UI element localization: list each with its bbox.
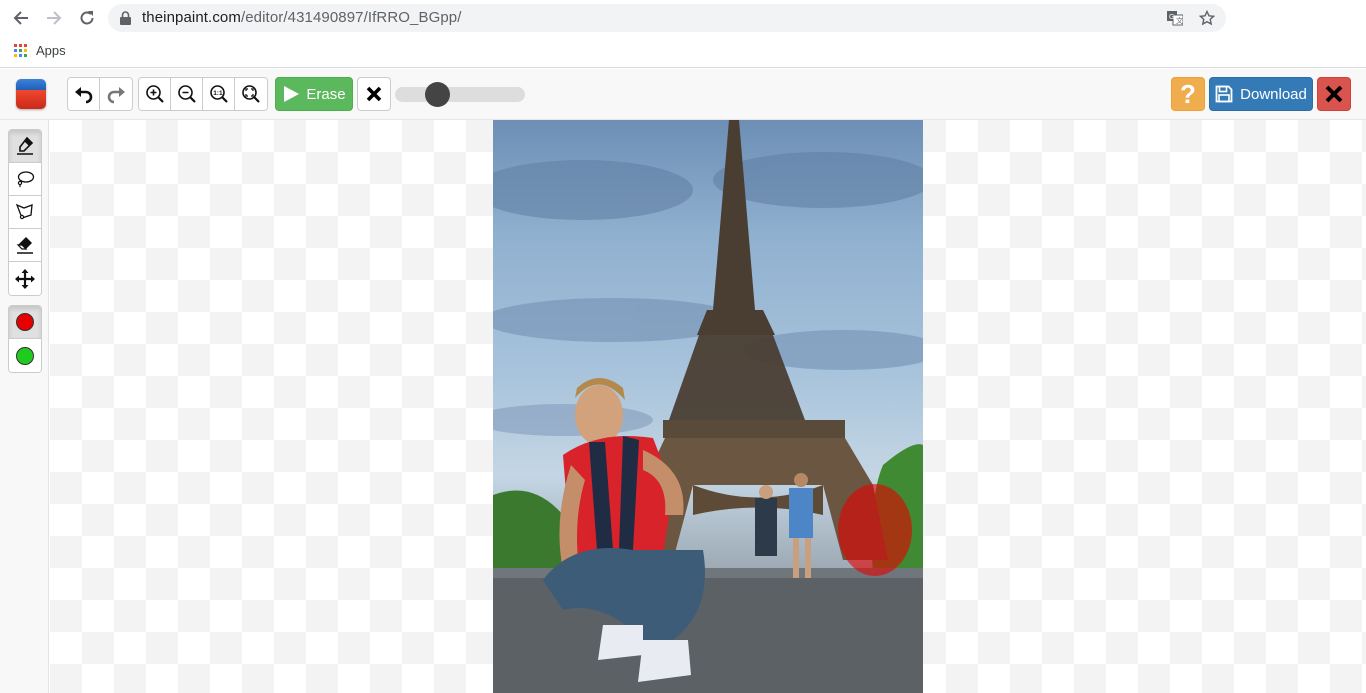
star-icon: [1199, 10, 1215, 26]
zoom-group: 1:1: [138, 77, 268, 111]
tool-polygon-lasso[interactable]: [9, 196, 41, 229]
clear-mask-button[interactable]: [357, 77, 391, 111]
eraser-icon: [16, 237, 33, 254]
tool-move[interactable]: [9, 262, 41, 295]
reload-button[interactable]: [75, 6, 99, 30]
apps-grid-icon: [14, 44, 27, 57]
arrow-right-icon: [47, 11, 62, 25]
photo-being-edited[interactable]: [493, 120, 923, 693]
slider-handle[interactable]: [424, 82, 450, 107]
zoom-in-icon: [145, 85, 164, 103]
save-icon: [1215, 85, 1233, 103]
erase-button[interactable]: Erase: [275, 77, 353, 111]
history-group: [67, 77, 133, 111]
zoom-in-button[interactable]: [139, 78, 171, 110]
tool-sidebar: [0, 120, 49, 693]
polygon-lasso-icon: [15, 203, 33, 220]
back-button[interactable]: [9, 6, 33, 30]
selection-tools: [8, 129, 42, 296]
play-icon: [284, 86, 300, 102]
photo-illustration: [493, 120, 923, 693]
app-logo[interactable]: [16, 79, 46, 109]
translate-button[interactable]: G文: [1166, 9, 1184, 27]
forward-button[interactable]: [42, 6, 66, 30]
zoom-actual-size-button[interactable]: 1:1: [203, 78, 235, 110]
address-bar[interactable]: theinpaint.com/editor/431490897/IfRRO_BG…: [108, 4, 1226, 32]
redo-icon: [107, 87, 125, 104]
tool-lasso[interactable]: [9, 163, 41, 196]
mask-color-red[interactable]: [9, 306, 41, 339]
lock-icon: [120, 11, 131, 25]
lasso-icon: [17, 171, 35, 188]
zoom-1-1-icon: 1:1: [209, 85, 228, 103]
browser-toolbar: theinpaint.com/editor/431490897/IfRRO_BG…: [0, 0, 1366, 36]
url-host: theinpaint.com: [142, 9, 241, 26]
trees-left: [493, 490, 563, 575]
bookmarks-bar: Apps: [0, 36, 1366, 68]
mask-color-tools: [8, 305, 42, 373]
green-dot-icon: [16, 346, 34, 365]
url-path: /editor/431490897/IfRRO_BGpp/: [240, 9, 462, 26]
close-editor-button[interactable]: [1317, 77, 1351, 111]
arrow-left-icon: [13, 11, 28, 25]
close-icon: [1325, 85, 1343, 103]
svg-text:文: 文: [1176, 16, 1183, 25]
bookmark-apps-label: Apps: [36, 43, 66, 58]
zoom-fit-button[interactable]: [235, 78, 267, 110]
reload-icon: [80, 11, 94, 25]
zoom-fit-icon: [242, 85, 260, 103]
question-icon: ?: [1180, 78, 1196, 109]
undo-icon: [74, 87, 92, 104]
url-text: theinpaint.com/editor/431490897/IfRRO_BG…: [142, 9, 462, 26]
mask-color-green[interactable]: [9, 339, 41, 372]
editor-toolbar: 1:1 Erase ? Download: [0, 69, 1366, 120]
brush-size-slider[interactable]: [395, 82, 525, 107]
close-icon: [366, 86, 382, 102]
red-dot-icon: [16, 313, 34, 331]
download-button[interactable]: Download: [1209, 77, 1313, 111]
help-button[interactable]: ?: [1171, 77, 1205, 111]
red-mask-area: [838, 484, 912, 576]
zoom-out-button[interactable]: [171, 78, 203, 110]
tool-eraser[interactable]: [9, 229, 41, 262]
move-icon: [15, 268, 35, 289]
background-people: [755, 473, 813, 578]
zoom-out-icon: [177, 85, 196, 103]
undo-button[interactable]: [68, 78, 100, 110]
bookmark-apps[interactable]: Apps: [14, 43, 66, 58]
svg-text:G: G: [1169, 14, 1174, 21]
redo-button[interactable]: [100, 78, 132, 110]
editor-canvas[interactable]: [50, 120, 1366, 693]
erase-button-label: Erase: [306, 85, 346, 103]
marker-icon: [17, 136, 34, 155]
download-button-label: Download: [1240, 85, 1307, 103]
bookmark-star-button[interactable]: [1198, 9, 1216, 27]
tool-marker[interactable]: [9, 130, 41, 163]
svg-text:1:1: 1:1: [213, 90, 223, 97]
translate-icon: G文: [1167, 11, 1183, 26]
